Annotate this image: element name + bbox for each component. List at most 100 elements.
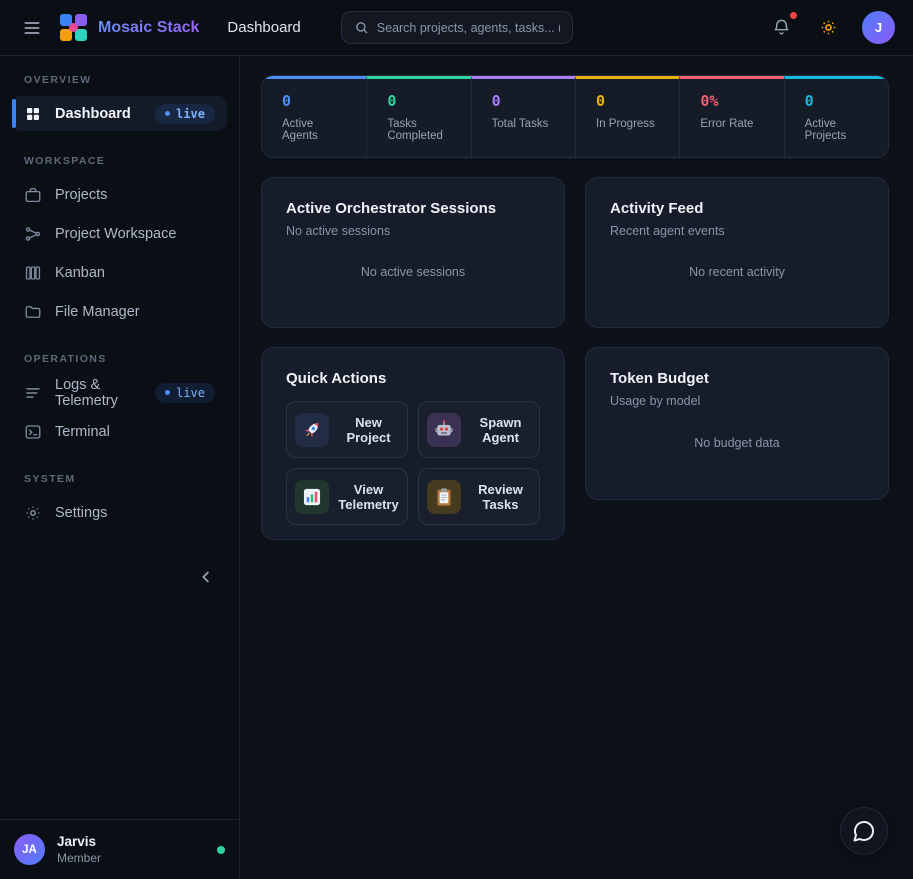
card-title: Activity Feed xyxy=(610,200,864,217)
section-label-workspace: WORKSPACE xyxy=(24,155,215,167)
gear-icon xyxy=(24,504,42,522)
sessions-card: Active Orchestrator Sessions No active s… xyxy=(261,177,565,328)
app-logo-icon xyxy=(58,13,88,43)
sidebar-nav: OVERVIEW Dashboard live WORKSPACE Projec… xyxy=(0,56,239,534)
page-title: Dashboard xyxy=(227,19,300,36)
stat-total-tasks: 0 Total Tasks xyxy=(471,76,575,157)
action-label: New Project xyxy=(338,415,399,445)
active-indicator xyxy=(12,99,16,128)
logo-center-dot xyxy=(69,23,78,32)
terminal-icon xyxy=(24,423,42,441)
card-subtitle: No active sessions xyxy=(286,224,540,238)
speech-bubble-icon xyxy=(852,819,876,843)
sidebar-item-label: File Manager xyxy=(55,304,140,320)
search-input[interactable] xyxy=(377,21,560,35)
sun-icon xyxy=(819,18,838,37)
sidebar-item-label: Projects xyxy=(55,187,107,203)
stat-value: 0% xyxy=(700,92,763,110)
sidebar-item-projects[interactable]: Projects xyxy=(12,177,227,212)
stat-active-agents: 0 Active Agents xyxy=(262,76,366,157)
sidebar-item-label: Logs & Telemetry xyxy=(55,377,142,409)
notifications-button[interactable] xyxy=(768,14,795,41)
token-budget-card: Token Budget Usage by model No budget da… xyxy=(585,347,889,500)
bell-icon xyxy=(772,18,791,37)
stat-error-rate: 0% Error Rate xyxy=(679,76,783,157)
live-badge: live xyxy=(155,104,215,124)
user-info: Jarvis Member xyxy=(57,834,101,865)
chat-fab-button[interactable] xyxy=(840,807,888,855)
stat-active-projects: 0 Active Projects xyxy=(784,76,888,157)
kanban-columns-icon xyxy=(24,264,42,282)
sidebar-item-file-manager[interactable]: File Manager xyxy=(12,294,227,329)
user-role: Member xyxy=(57,851,101,865)
menu-button[interactable] xyxy=(18,14,46,42)
card-title: Quick Actions xyxy=(286,370,540,387)
action-label: Spawn Agent xyxy=(470,415,531,445)
notification-dot xyxy=(790,12,797,19)
stat-label: Active Agents xyxy=(282,118,346,142)
network-nodes-icon xyxy=(24,225,42,243)
new-project-button[interactable]: New Project xyxy=(286,401,408,458)
search-bar[interactable] xyxy=(341,11,573,44)
topbar-actions: J xyxy=(768,11,895,44)
user-avatar-initials: JA xyxy=(14,834,45,865)
briefcase-icon xyxy=(24,186,42,204)
rocket-icon xyxy=(295,413,329,447)
action-label: View Telemetry xyxy=(338,482,399,512)
stat-value: 0 xyxy=(492,92,555,110)
stat-in-progress: 0 In Progress xyxy=(575,76,679,157)
stat-value: 0 xyxy=(596,92,659,110)
app-root: Mosaic Stack Dashboard J OVERVIEW xyxy=(0,0,913,879)
sidebar-item-terminal[interactable]: Terminal xyxy=(12,414,227,449)
sidebar-item-label: Settings xyxy=(55,505,107,521)
activity-feed-card: Activity Feed Recent agent events No rec… xyxy=(585,177,889,328)
empty-state-text: No active sessions xyxy=(286,238,540,305)
sidebar-item-label: Terminal xyxy=(55,424,110,440)
review-tasks-button[interactable]: Review Tasks xyxy=(418,468,540,525)
sidebar-collapse-button[interactable] xyxy=(193,564,219,590)
stat-label: Active Projects xyxy=(805,118,868,142)
sidebar-item-project-workspace[interactable]: Project Workspace xyxy=(12,216,227,251)
search-icon xyxy=(354,20,369,35)
dashboard-grid-icon xyxy=(24,105,42,123)
section-label-operations: OPERATIONS xyxy=(24,353,215,365)
sidebar-item-settings[interactable]: Settings xyxy=(12,495,227,530)
view-telemetry-button[interactable]: View Telemetry xyxy=(286,468,408,525)
action-label: Review Tasks xyxy=(470,482,531,512)
section-label-overview: OVERVIEW xyxy=(24,74,215,86)
stat-value: 0 xyxy=(805,92,868,110)
stat-value: 0 xyxy=(282,92,346,110)
spawn-agent-button[interactable]: Spawn Agent xyxy=(418,401,540,458)
robot-icon xyxy=(427,413,461,447)
user-card[interactable]: JA Jarvis Member xyxy=(0,819,239,879)
live-dot xyxy=(165,390,170,395)
online-status-dot xyxy=(217,846,225,854)
user-name: Jarvis xyxy=(57,834,101,849)
user-avatar[interactable]: J xyxy=(862,11,895,44)
main-content: 0 Active Agents 0 Tasks Completed 0 Tota… xyxy=(240,56,913,879)
live-dot xyxy=(165,111,170,116)
hamburger-icon xyxy=(22,18,42,38)
chevron-left-icon xyxy=(197,568,215,586)
stat-label: Tasks Completed xyxy=(387,118,450,142)
topbar: Mosaic Stack Dashboard J xyxy=(0,0,913,56)
sidebar: OVERVIEW Dashboard live WORKSPACE Projec… xyxy=(0,56,240,879)
sidebar-item-logs-telemetry[interactable]: Logs & Telemetry live xyxy=(12,375,227,410)
card-subtitle: Recent agent events xyxy=(610,224,864,238)
stat-value: 0 xyxy=(387,92,450,110)
sidebar-item-kanban[interactable]: Kanban xyxy=(12,255,227,290)
empty-state-text: No budget data xyxy=(610,408,864,477)
stat-label: Error Rate xyxy=(700,118,763,130)
quick-actions-card: Quick Actions New Project Sp xyxy=(261,347,565,540)
sidebar-item-label: Project Workspace xyxy=(55,226,176,242)
sidebar-item-label: Dashboard xyxy=(55,106,131,122)
card-title: Active Orchestrator Sessions xyxy=(286,200,540,217)
brand-name: Mosaic Stack xyxy=(98,19,199,37)
sidebar-item-label: Kanban xyxy=(55,265,105,281)
theme-toggle-button[interactable] xyxy=(815,14,842,41)
stat-label: Total Tasks xyxy=(492,118,555,130)
folder-icon xyxy=(24,303,42,321)
card-title: Token Budget xyxy=(610,370,864,387)
stats-row: 0 Active Agents 0 Tasks Completed 0 Tota… xyxy=(261,75,889,158)
sidebar-item-dashboard[interactable]: Dashboard live xyxy=(12,96,227,131)
